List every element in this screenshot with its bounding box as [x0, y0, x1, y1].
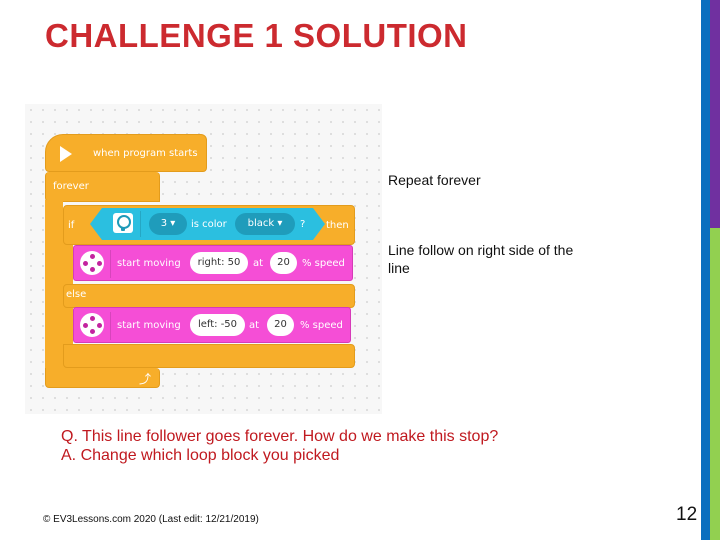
start-moving-block-then: start moving right: 50 at 20 % speed — [73, 245, 353, 281]
speed-label: % speed — [302, 258, 345, 269]
forever-block: forever — [45, 172, 160, 202]
motor-icon — [80, 313, 104, 337]
speed-input[interactable]: 20 — [267, 314, 294, 336]
color-dropdown[interactable]: black ▾ — [235, 213, 295, 235]
when-program-starts-block: when program starts — [45, 134, 207, 172]
speed-label: % speed — [300, 320, 343, 331]
note-line-follow-1: Line follow on right side of the — [388, 242, 574, 258]
at-label: at — [253, 258, 264, 269]
forever-label: forever — [53, 181, 89, 192]
start-moving-label: start moving — [117, 320, 181, 331]
at-label: at — [249, 320, 260, 331]
page-number: 12 — [676, 504, 698, 525]
accent-bar-blue — [701, 0, 710, 540]
loop-arrow-icon: ⤴ — [138, 372, 151, 386]
copyright-footer: © EV3Lessons.com 2020 (Last edit: 12/21/… — [43, 514, 259, 525]
is-color-label: is color — [191, 219, 227, 230]
forever-block-arm — [45, 200, 63, 372]
port-dropdown[interactable]: 3 ▾ — [149, 213, 187, 235]
play-icon — [60, 146, 72, 162]
forever-block-bottom: ⤴ — [45, 368, 160, 388]
question-mark: ? — [300, 219, 306, 230]
else-row: else — [63, 284, 355, 308]
accent-bar-green — [710, 228, 720, 540]
if-label: if — [68, 220, 75, 231]
note-repeat-forever: Repeat forever — [388, 172, 481, 188]
steering-input[interactable]: right: 50 — [190, 252, 248, 274]
question-text: Q. This line follower goes forever. How … — [61, 428, 499, 445]
else-label: else — [66, 289, 87, 300]
if-else-block-bottom — [63, 344, 355, 368]
steering-input[interactable]: left: -50 — [190, 314, 245, 336]
then-label: then — [326, 220, 349, 231]
divider — [140, 211, 141, 237]
speed-input[interactable]: 20 — [270, 252, 297, 274]
start-moving-block-else: start moving left: -50 at 20 % speed — [73, 307, 351, 343]
hat-label: when program starts — [93, 148, 198, 159]
accent-bar-purple — [710, 0, 720, 228]
answer-text: A. Change which loop block you picked — [61, 447, 340, 464]
note-line-follow-2: line — [388, 260, 410, 276]
motor-icon — [80, 251, 104, 275]
start-moving-label: start moving — [117, 258, 181, 269]
color-sensor-icon — [113, 213, 133, 233]
slide-title: CHALLENGE 1 SOLUTION — [45, 17, 468, 54]
